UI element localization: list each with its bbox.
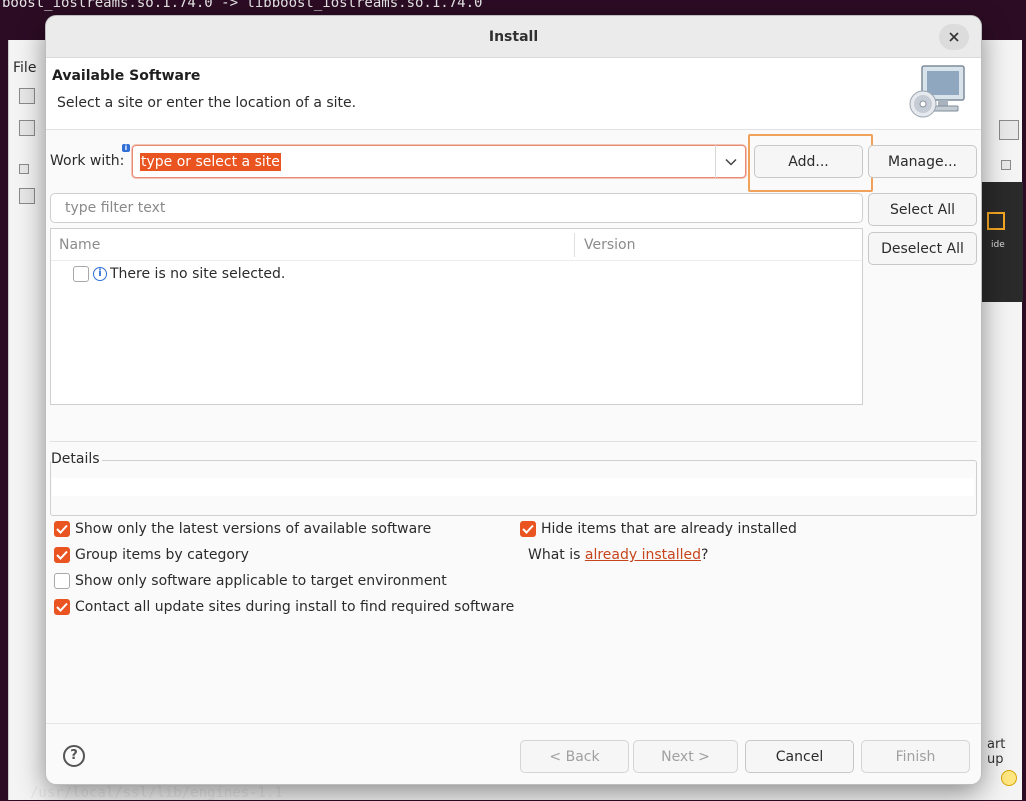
column-name[interactable]: Name [59,237,100,253]
filter-field[interactable]: type filter text [50,193,863,223]
terminal-top-text: boost_iostreams.so.1.74.0 -> libboost_io… [2,0,483,11]
close-button[interactable] [939,24,969,50]
checkbox-checked[interactable] [54,599,70,615]
toolbar-restore-icon[interactable] [19,164,29,174]
check-icon [56,550,68,560]
option-label: Group items by category [75,547,249,563]
info-icon: i [93,267,107,281]
add-button[interactable]: Add... [754,145,863,178]
deselect-all-button[interactable]: Deselect All [868,232,977,265]
option-latest-versions[interactable]: Show only the latest versions of availab… [54,521,431,537]
option-target-environment[interactable]: Show only software applicable to target … [54,573,447,589]
what-is-installed: What is already installed? [528,547,708,563]
row-checkbox[interactable] [73,266,89,282]
option-label: Show only software applicable to target … [75,573,447,589]
menu-file[interactable]: File [13,60,36,76]
close-icon [949,32,959,42]
checkbox-checked[interactable] [54,521,70,537]
work-with-combo[interactable]: type or select a site [132,145,746,178]
checkbox-unchecked[interactable] [54,573,70,589]
perspective-plugin-icon[interactable] [999,120,1019,140]
start-up-label: art up [987,737,1006,767]
check-icon [56,524,68,534]
column-version[interactable]: Version [584,237,635,253]
header-title: Available Software [52,68,201,84]
footer-divider [46,723,981,724]
combo-dropdown-button[interactable] [715,145,746,178]
check-icon [56,602,68,612]
checkbox-checked[interactable] [520,521,536,537]
welcome-play-icon[interactable] [987,212,1005,230]
select-all-button[interactable]: Select All [868,193,977,226]
dialog-header: Available Software Select a site or ente… [46,58,981,130]
work-with-label: Work with: [50,153,125,169]
option-contact-sites[interactable]: Contact all update sites during install … [54,599,514,615]
row-text: There is no site selected. [110,266,286,282]
tip-lightbulb-icon[interactable] [1001,770,1017,786]
what-is-suffix: ? [701,547,709,563]
table-header: Name Version [51,229,862,261]
dialog-titlebar: Install [46,16,981,58]
divider [50,441,977,442]
details-label: Details [51,451,102,467]
work-with-input[interactable]: type or select a site [140,153,281,171]
checkbox-checked[interactable] [54,547,70,563]
details-group: Details [50,451,977,516]
header-subtitle: Select a site or enter the location of a… [57,95,357,111]
already-installed-link[interactable]: already installed [585,547,701,563]
help-icon[interactable]: ? [63,745,85,767]
option-label: Hide items that are already installed [541,521,797,537]
option-label: Show only the latest versions of availab… [75,521,432,537]
check-icon [522,524,534,534]
next-button[interactable]: Next > [633,740,738,773]
option-label: Contact all update sites during install … [75,599,515,615]
ide-label: ide [991,240,1005,250]
back-button[interactable]: < Back [520,740,629,773]
toolbar-disabled-icon [19,120,35,136]
terminal-bottom-text: /usr/local/ssl/lib/engines-1.1 [30,785,283,801]
software-table[interactable]: Name Version i There is no site selected… [50,228,863,405]
install-dialog: Install Available Software Select a site… [46,16,981,784]
monitor-cd-icon [909,65,965,118]
option-hide-installed[interactable]: Hide items that are already installed [520,521,797,537]
finish-button[interactable]: Finish [861,740,970,773]
manage-button[interactable]: Manage... [868,145,977,178]
cancel-button[interactable]: Cancel [745,740,854,773]
option-group-by-category[interactable]: Group items by category [54,547,249,563]
content-assist-icon: i [122,144,130,152]
dialog-title: Install [488,28,539,45]
filter-placeholder: type filter text [65,200,166,216]
chevron-down-icon [725,158,737,166]
toolbar-new-icon[interactable] [19,88,35,104]
toolbar-plugin-icon[interactable] [19,188,35,204]
column-separator[interactable] [574,233,575,257]
what-is-prefix: What is [528,547,585,563]
table-row[interactable]: i There is no site selected. [73,263,285,285]
details-text-area[interactable] [52,478,974,496]
view-restore-icon[interactable] [1001,160,1011,170]
